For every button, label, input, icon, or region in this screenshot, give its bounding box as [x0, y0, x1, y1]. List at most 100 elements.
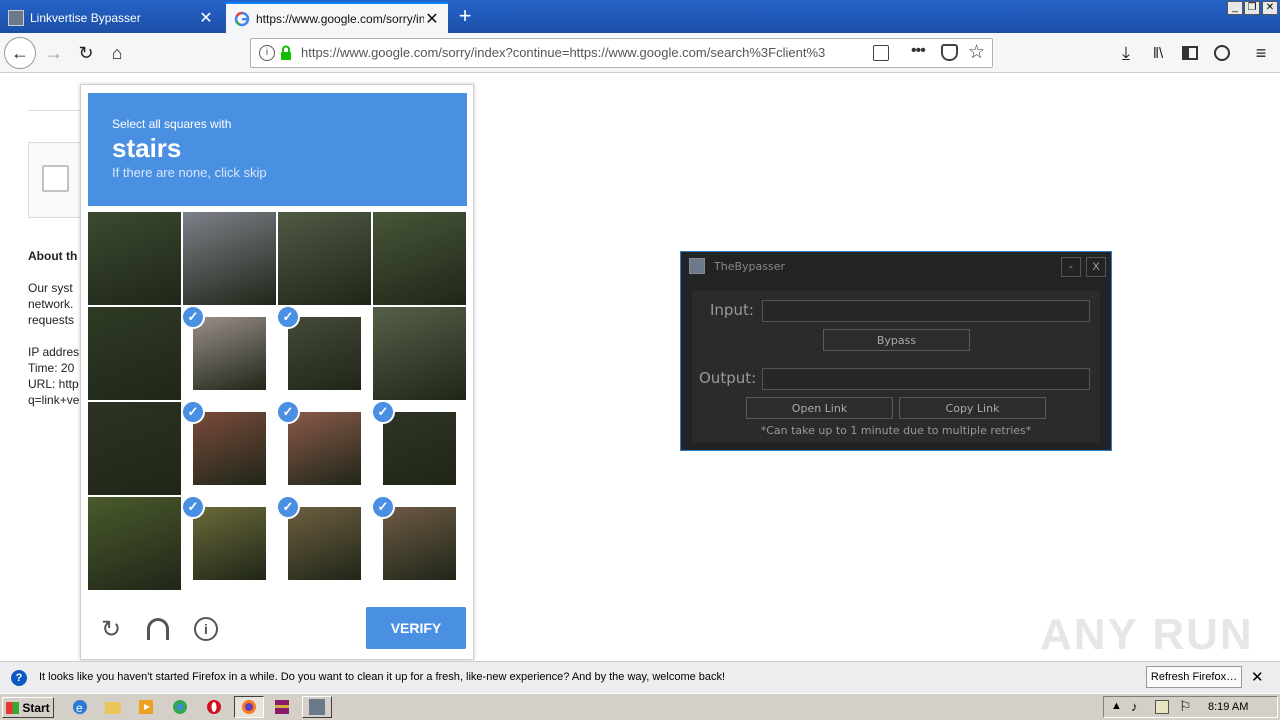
menu-button[interactable]: ≡: [1245, 37, 1277, 69]
reader-view-icon[interactable]: [873, 45, 889, 61]
tile-image: [88, 212, 181, 305]
captcha-tile[interactable]: ✓: [181, 495, 276, 590]
tile-image: [383, 412, 456, 485]
bypasser-close-button[interactable]: X: [1086, 257, 1106, 277]
tab-google-sorry[interactable]: https://www.google.com/sorry/index?conti…: [226, 2, 448, 33]
volume-icon[interactable]: ♪: [1131, 699, 1138, 714]
checkmark-icon: ✓: [181, 495, 205, 519]
home-button[interactable]: ⌂: [101, 37, 133, 69]
account-button[interactable]: [1206, 37, 1238, 69]
bypasser-titlebar[interactable]: TheBypasser - X: [681, 252, 1111, 282]
notification-close-button[interactable]: ✕: [1251, 668, 1264, 686]
challenge-instruction: Select all squares with: [112, 117, 232, 131]
firefox-taskbar-button[interactable]: [234, 696, 264, 718]
minimize-window-button[interactable]: _: [1227, 1, 1243, 15]
forward-button[interactable]: →: [38, 37, 70, 69]
info-line: Time: 20: [28, 361, 75, 375]
paragraph-line: network.: [28, 297, 74, 311]
pocket-icon[interactable]: [941, 44, 958, 61]
captcha-tile[interactable]: ✓: [276, 400, 371, 495]
start-button[interactable]: Start: [2, 697, 54, 718]
captcha-tile[interactable]: [183, 212, 276, 305]
captcha-tile[interactable]: [278, 212, 371, 305]
back-button[interactable]: ←: [4, 37, 36, 69]
input-field[interactable]: [762, 300, 1090, 322]
captcha-tile[interactable]: ✓: [371, 495, 466, 590]
restore-window-button[interactable]: ❐: [1244, 1, 1260, 15]
reload-challenge-button[interactable]: ↻: [97, 615, 125, 643]
notification-message: It looks like you haven't started Firefo…: [39, 671, 726, 683]
about-heading: About th: [28, 249, 78, 263]
checkmark-icon: ✓: [276, 305, 300, 329]
close-window-button[interactable]: ✕: [1262, 1, 1278, 15]
chevron-up-icon[interactable]: ▲: [1111, 700, 1122, 712]
sidebar-button[interactable]: [1174, 37, 1206, 69]
library-button[interactable]: ‖\: [1142, 37, 1174, 69]
captcha-tile[interactable]: [88, 497, 181, 590]
reload-icon: ↻: [78, 42, 94, 63]
navigation-toolbar: ← → ↻ ⌂ i https://www.google.com/sorry/i…: [0, 33, 1280, 73]
captcha-tile[interactable]: [88, 402, 181, 495]
help-button[interactable]: i: [192, 615, 220, 643]
checkmark-icon: ✓: [181, 305, 205, 329]
bypasser-taskbar-button[interactable]: [302, 696, 332, 718]
divider: [28, 110, 88, 111]
checkmark-icon: ✓: [371, 400, 395, 424]
winrar-icon[interactable]: [272, 698, 292, 716]
tile-image: [383, 507, 456, 580]
captcha-tile[interactable]: [88, 307, 181, 400]
chrome-icon[interactable]: [170, 698, 190, 716]
captcha-tile[interactable]: [373, 307, 466, 400]
opera-icon[interactable]: [204, 698, 224, 716]
media-player-icon[interactable]: [136, 698, 156, 716]
tile-image: [88, 402, 181, 495]
lock-icon: [280, 45, 292, 61]
tile-image: [278, 212, 371, 305]
recaptcha-checkbox[interactable]: [42, 165, 69, 192]
tab-linkvertise-bypasser[interactable]: Linkvertise Bypasser ✕: [0, 2, 222, 33]
refresh-firefox-button[interactable]: Refresh Firefox…: [1146, 666, 1242, 688]
tab-label: https://www.google.com/sorry/index?conti…: [256, 11, 424, 26]
captcha-tile[interactable]: ✓: [371, 400, 466, 495]
checkmark-icon: ✓: [181, 400, 205, 424]
recaptcha-challenge: Select all squares with stairs If there …: [80, 84, 474, 660]
bypass-button[interactable]: Bypass: [823, 329, 970, 351]
captcha-tile[interactable]: ✓: [181, 305, 276, 400]
new-tab-button[interactable]: +: [452, 4, 478, 30]
bypasser-window: TheBypasser - X Input: Bypass Output: Op…: [680, 251, 1112, 451]
info-icon[interactable]: i: [259, 45, 275, 61]
reload-icon: ↻: [100, 615, 122, 643]
internet-explorer-icon[interactable]: e: [70, 698, 90, 716]
copy-link-button[interactable]: Copy Link: [899, 397, 1046, 419]
tab-close-icon[interactable]: ✕: [424, 9, 440, 29]
captcha-tile[interactable]: [88, 212, 181, 305]
folder-icon[interactable]: [103, 698, 123, 716]
network-icon[interactable]: [1155, 700, 1169, 714]
output-field[interactable]: [762, 368, 1090, 390]
notification-bar: ? It looks like you haven't started Fire…: [0, 661, 1280, 693]
audio-challenge-button[interactable]: [144, 615, 172, 643]
info-line: IP addres: [28, 345, 80, 359]
bookmark-star-icon[interactable]: ☆: [968, 41, 985, 64]
tile-image: [288, 412, 361, 485]
captcha-tile[interactable]: ✓: [276, 495, 371, 590]
open-link-button[interactable]: Open Link: [746, 397, 893, 419]
captcha-tile[interactable]: ✓: [181, 400, 276, 495]
tab-close-icon[interactable]: ✕: [198, 8, 214, 28]
url-bar[interactable]: i https://www.google.com/sorry/index?con…: [250, 38, 993, 68]
page-actions-icon[interactable]: •••: [911, 42, 926, 60]
captcha-tile[interactable]: ✓: [276, 305, 371, 400]
downloads-button[interactable]: ⤓: [1110, 37, 1142, 69]
flag-icon[interactable]: ⚐: [1179, 698, 1192, 715]
arrow-right-icon: →: [45, 42, 63, 63]
tile-image: [88, 497, 181, 590]
challenge-header: Select all squares with stairs If there …: [88, 93, 467, 206]
bypasser-minimize-button[interactable]: -: [1061, 257, 1081, 277]
info-line: q=link+ve: [28, 393, 80, 407]
reload-button[interactable]: ↻: [70, 37, 102, 69]
verify-button[interactable]: VERIFY: [366, 607, 466, 649]
taskbar: Start e ▲ ♪ ⚐ 8:19 AM: [0, 693, 1280, 720]
captcha-tile[interactable]: [373, 212, 466, 305]
download-icon: ⤓: [1122, 42, 1130, 63]
tile-image: [88, 307, 181, 400]
